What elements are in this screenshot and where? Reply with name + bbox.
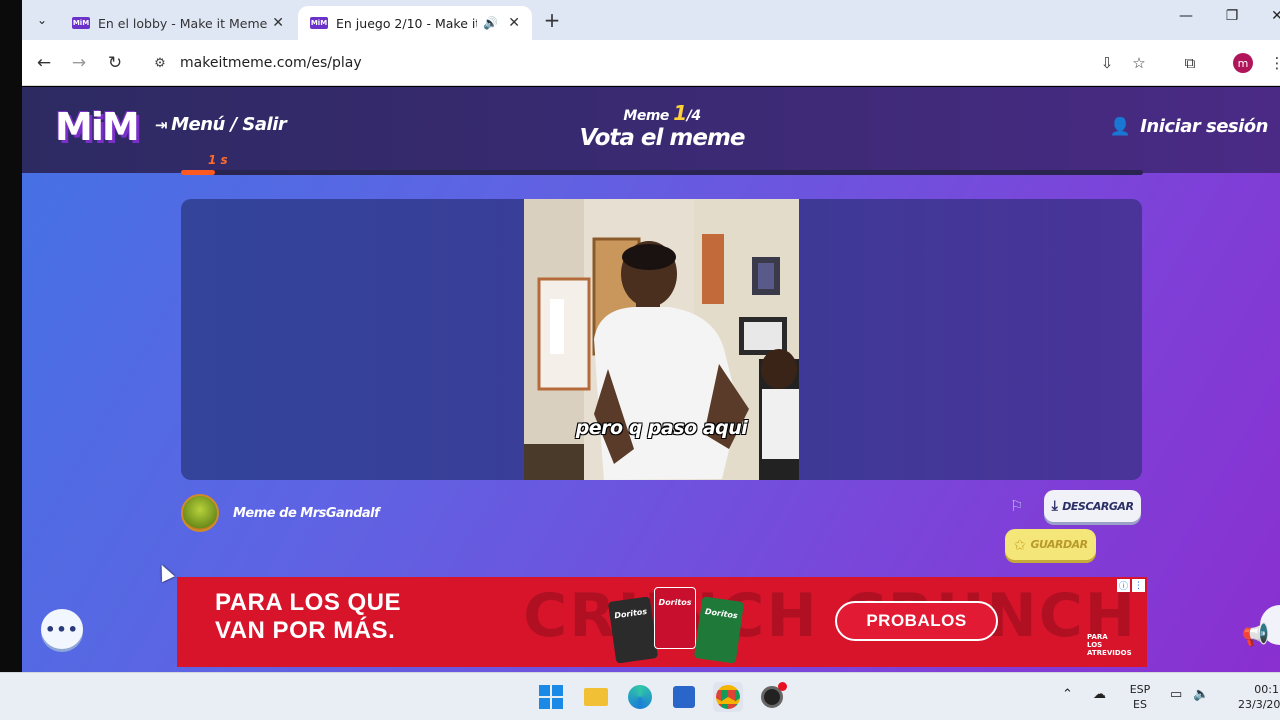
star-icon: ✩	[1013, 535, 1026, 554]
product-bag: Doritos	[693, 596, 745, 664]
login-button[interactable]: 👤 Iniciar sesión	[1109, 116, 1269, 137]
new-tab-button[interactable]: +	[540, 9, 564, 31]
restore-icon[interactable]: ❐	[1217, 8, 1247, 24]
download-label: DESCARGAR	[1062, 499, 1134, 513]
ad-info-icon[interactable]: ⓘ	[1117, 579, 1130, 592]
tray-chevron-up-icon[interactable]: ⌃	[1062, 687, 1073, 702]
login-label: Iniciar sesión	[1140, 116, 1268, 137]
store-icon[interactable]	[669, 682, 699, 712]
meme-current: 1	[673, 101, 687, 125]
meme-stage: pero q paso aqui	[181, 199, 1142, 480]
network-icon[interactable]: ▭	[1170, 687, 1182, 702]
minimize-icon[interactable]: —	[1171, 8, 1201, 24]
menu-exit-button[interactable]: ⇥ Menú / Salir	[155, 114, 287, 135]
close-tab-icon[interactable]: ✕	[508, 15, 520, 31]
game-page: MiM ⇥ Menú / Salir Meme 1/4 Vota el meme…	[22, 87, 1280, 672]
meme-total: /4	[686, 108, 701, 124]
product-bag: Doritos	[607, 596, 659, 664]
ad-headline: PARA LOS QUE VAN POR MÁS.	[215, 589, 402, 644]
chrome-icon[interactable]	[713, 682, 743, 712]
page-title: Vota el meme	[579, 125, 745, 151]
timer-label: 1 s	[208, 153, 228, 167]
reload-icon[interactable]: ↻	[103, 52, 127, 74]
tab-title: En el lobby - Make it Meme	[98, 15, 268, 31]
windows-logo-icon	[539, 685, 563, 709]
left-black-edge	[0, 0, 22, 672]
ad-choices[interactable]: ⓘ ⋮	[1117, 579, 1145, 592]
exit-icon: ⇥	[155, 115, 168, 134]
meme-image: pero q paso aqui	[524, 199, 799, 480]
tab-search-chevron-icon[interactable]: ⌄	[30, 8, 54, 32]
chat-button[interactable]: •••	[41, 609, 83, 649]
download-icon: ⤓	[1051, 498, 1058, 514]
address-bar[interactable]: ⚙ makeitmeme.com/es/play	[140, 46, 1140, 80]
download-button[interactable]: ⤓ DESCARGAR	[1044, 490, 1141, 522]
megaphone-icon[interactable]: 📢	[1242, 623, 1269, 648]
report-flag-icon[interactable]: ⚐	[1010, 497, 1023, 515]
close-window-icon[interactable]: ✕	[1262, 8, 1280, 24]
timer-progress-fill	[181, 170, 215, 175]
url-text[interactable]: makeitmeme.com/es/play	[180, 55, 362, 71]
extensions-puzzle-icon[interactable]: ⧉	[1178, 52, 1202, 74]
author-label: Meme de MrsGandalf	[233, 505, 380, 521]
install-app-icon[interactable]: ⇩	[1095, 52, 1119, 74]
tab-title: En juego 2/10 - Make it Meme	[336, 15, 477, 31]
tab-audio-icon[interactable]: 🔊	[483, 16, 498, 30]
product-bag: Doritos	[654, 587, 696, 649]
input-language[interactable]: ESP ES	[1124, 682, 1156, 712]
chat-bubble-icon: •••	[45, 619, 79, 639]
user-icon: 👤	[1109, 116, 1131, 137]
save-label: GUARDAR	[1030, 538, 1089, 551]
mim-logo[interactable]: MiM	[55, 105, 140, 149]
system-clock[interactable]: 00:17 23/3/2026	[1238, 682, 1280, 712]
start-button[interactable]	[536, 682, 566, 712]
mouse-cursor	[155, 561, 175, 583]
mim-favicon-icon: MiM	[72, 17, 90, 29]
ad-cta-button[interactable]: PROBALOS	[835, 601, 998, 641]
meme-counter: Meme 1/4	[623, 101, 701, 125]
volume-icon[interactable]: 🔈	[1193, 687, 1209, 702]
mim-favicon-icon: MiM	[310, 17, 328, 29]
browser-menu-icon[interactable]: ⋮	[1265, 52, 1280, 74]
ad-brand-text: PARA LOS ATREVIDOS	[1087, 633, 1132, 657]
ad-menu-icon[interactable]: ⋮	[1132, 579, 1145, 592]
close-tab-icon[interactable]: ✕	[272, 15, 284, 31]
edge-icon[interactable]	[625, 682, 655, 712]
file-explorer-icon[interactable]	[581, 682, 611, 712]
back-arrow-icon[interactable]: ←	[32, 52, 56, 74]
windows-taskbar: ⌃ ☁ ESP ES ▭ 🔈 00:17 23/3/2026	[0, 672, 1280, 720]
round-info: Meme 1/4 Vota el meme	[562, 101, 762, 151]
forward-arrow-icon[interactable]: →	[67, 52, 91, 74]
screen: ⌄ MiM En el lobby - Make it Meme ✕ MiM E…	[0, 0, 1280, 720]
author-avatar	[181, 494, 219, 532]
ad-product-bags: Doritos Doritos Doritos	[607, 585, 745, 664]
site-settings-icon[interactable]: ⚙	[150, 56, 170, 71]
tab-game[interactable]: MiM En juego 2/10 - Make it Meme 🔊 ✕	[298, 6, 532, 40]
bookmark-star-icon[interactable]: ☆	[1127, 52, 1151, 74]
timer-progress-track	[181, 170, 1143, 175]
meme-caption: pero q paso aqui	[575, 417, 748, 439]
advertisement-banner[interactable]: CRUNCH CRUNCH PARA LOS QUE VAN POR MÁS. …	[177, 577, 1147, 667]
cloud-offline-icon[interactable]: ☁	[1093, 687, 1106, 702]
menu-exit-label: Menú / Salir	[171, 114, 287, 135]
app-icon[interactable]	[757, 682, 787, 712]
save-button[interactable]: ✩ GUARDAR	[1005, 529, 1096, 560]
meme-author: Meme de MrsGandalf	[181, 494, 380, 532]
browser-toolbar: ← → ↻ ⚙ makeitmeme.com/es/play ⇩ ☆ ⧉ m ⋮	[22, 40, 1280, 86]
tab-lobby[interactable]: MiM En el lobby - Make it Meme ✕	[60, 6, 296, 40]
profile-avatar[interactable]: m	[1233, 53, 1253, 73]
